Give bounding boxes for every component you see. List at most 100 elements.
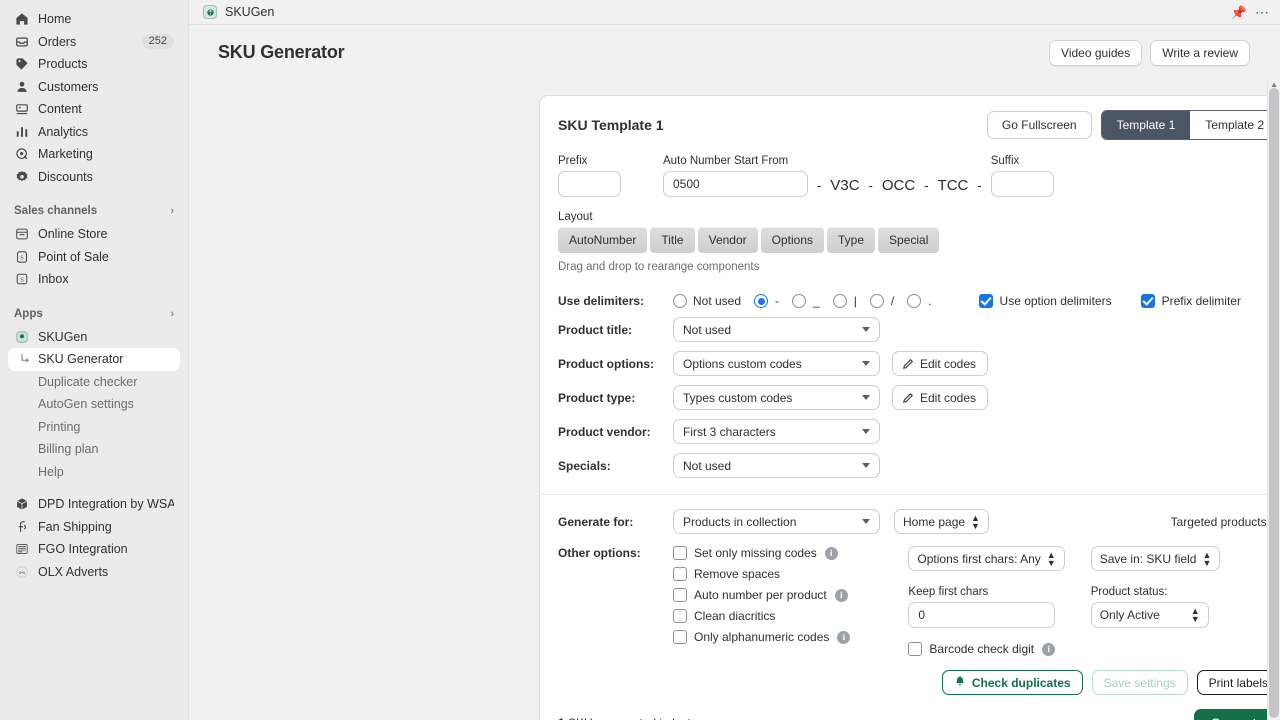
go-fullscreen-button[interactable]: Go Fullscreen	[987, 111, 1092, 139]
prefix-delimiter-checkbox[interactable]	[1141, 294, 1155, 308]
info-icon[interactable]: i	[1042, 643, 1055, 656]
sidebar-item-inbox[interactable]: S Inbox	[8, 268, 180, 291]
generate-for-select[interactable]: Products in collection	[673, 509, 880, 534]
option-clean-diacritics[interactable]: Clean diacritics	[673, 609, 850, 623]
auto-number-per-product-checkbox[interactable]	[673, 588, 687, 602]
set-only-missing-codes-checkbox[interactable]	[673, 546, 687, 560]
collection-select[interactable]: Home page ▲▼	[894, 509, 989, 534]
delimiter-radio-slash[interactable]	[870, 294, 884, 308]
save-settings-button[interactable]: Save settings	[1092, 670, 1188, 695]
sidebar-item-sku-generator[interactable]: SKU Generator	[8, 348, 180, 371]
info-icon[interactable]: i	[835, 589, 848, 602]
sidebar-section-apps[interactable]: Apps ›	[8, 304, 180, 324]
sidebar-item-content[interactable]: Content	[8, 98, 180, 121]
suffix-input[interactable]	[991, 171, 1054, 197]
product-title-select[interactable]: Not used	[673, 317, 880, 342]
tab-template-2[interactable]: Template 2	[1190, 111, 1279, 139]
sidebar-section-sales-channels[interactable]: Sales channels ›	[8, 201, 180, 221]
layout-chip-title[interactable]: Title	[650, 227, 694, 253]
sidebar-item-point-of-sale[interactable]: S Point of Sale	[8, 246, 180, 269]
info-icon[interactable]: i	[825, 547, 838, 560]
barcode-check-digit-checkbox[interactable]	[908, 642, 922, 656]
sidebar-item-home[interactable]: Home	[8, 8, 180, 31]
sidebar-item-discounts[interactable]: Discounts	[8, 166, 180, 189]
sidebar-item-online-store[interactable]: Online Store	[8, 223, 180, 246]
sidebar-item-dpd-integration[interactable]: DPD Integration by WSA	[8, 493, 180, 516]
specials-select[interactable]: Not used	[673, 453, 880, 478]
sidebar-item-label: Orders	[38, 35, 133, 49]
layout-chip-autonumber[interactable]: AutoNumber	[558, 227, 647, 253]
delimiter-label-not-used: Not used	[693, 294, 741, 308]
sidebar-item-label: Marketing	[38, 147, 174, 161]
products-icon	[14, 57, 29, 72]
check-duplicates-button[interactable]: Check duplicates	[942, 670, 1083, 695]
use-option-delimiters-checkbox[interactable]	[979, 294, 993, 308]
discounts-icon	[14, 169, 29, 184]
delimiter-radio-pipe[interactable]	[833, 294, 847, 308]
chevron-down-icon	[862, 361, 870, 366]
keep-first-chars-input[interactable]	[908, 602, 1055, 628]
product-options-select[interactable]: Options custom codes	[673, 351, 880, 376]
sidebar-item-orders[interactable]: Orders 252	[8, 31, 180, 54]
prefix-input[interactable]	[558, 171, 621, 197]
edit-type-codes-button[interactable]: Edit codes	[892, 385, 988, 410]
edit-option-codes-button[interactable]: Edit codes	[892, 351, 988, 376]
sku-separator-1: -	[808, 171, 830, 197]
option-remove-spaces[interactable]: Remove spaces	[673, 567, 850, 581]
sidebar-item-autogen-settings[interactable]: AutoGen settings	[8, 393, 180, 416]
layout-chip-type[interactable]: Type	[827, 227, 875, 253]
vertical-scrollbar[interactable]: ▲	[1267, 80, 1280, 720]
save-in-select[interactable]: Save in: SKU field ▲▼	[1091, 546, 1221, 571]
sidebar-item-fan-shipping[interactable]: Fan Shipping	[8, 516, 180, 539]
updown-icon: ▲▼	[1202, 551, 1211, 567]
clean-diacritics-checkbox[interactable]	[673, 609, 687, 623]
sidebar-item-analytics[interactable]: Analytics	[8, 121, 180, 144]
layout-chip-special[interactable]: Special	[878, 227, 939, 253]
sidebar-item-help[interactable]: Help	[8, 461, 180, 484]
tab-template-1[interactable]: Template 1	[1102, 111, 1191, 139]
product-type-select[interactable]: Types custom codes	[673, 385, 880, 410]
only-alphanumeric-codes-checkbox[interactable]	[673, 630, 687, 644]
remove-spaces-checkbox[interactable]	[673, 567, 687, 581]
sidebar-item-label: Content	[38, 102, 174, 116]
delimiter-radio-dash[interactable]	[754, 294, 768, 308]
scrollbar-thumb[interactable]	[1269, 88, 1279, 718]
sidebar-item-marketing[interactable]: Marketing	[8, 143, 180, 166]
product-vendor-row: Product vendor: First 3 characters	[558, 419, 1280, 444]
other-options-checkbox-list: Set only missing codes i Remove spaces A…	[673, 546, 850, 656]
card-header: SKU Template 1 Go Fullscreen Template 1 …	[558, 111, 1280, 139]
generate-section: Generate for: Products in collection Hom…	[540, 495, 1280, 720]
sidebar-item-label: Inbox	[38, 272, 174, 286]
delimiter-radio-not-used[interactable]	[673, 294, 687, 308]
sidebar-item-billing-plan[interactable]: Billing plan	[8, 438, 180, 461]
video-guides-button[interactable]: Video guides	[1049, 40, 1142, 66]
option-barcode-check-digit[interactable]: Barcode check digit i	[908, 642, 1064, 656]
pin-icon[interactable]: 📌	[1231, 6, 1247, 19]
chevron-down-icon	[862, 395, 870, 400]
sidebar-item-customers[interactable]: Customers	[8, 76, 180, 99]
delimiter-symbol-pipe: |	[854, 294, 857, 308]
sidebar-item-printing[interactable]: Printing	[8, 416, 180, 439]
sidebar-item-products[interactable]: Products	[8, 53, 180, 76]
option-only-alphanumeric-codes[interactable]: Only alphanumeric codes i	[673, 630, 850, 644]
option-set-only-missing-codes[interactable]: Set only missing codes i	[673, 546, 850, 560]
delimiter-radio-dot[interactable]	[907, 294, 921, 308]
sidebar-item-olx-adverts[interactable]: o•x OLX Adverts	[8, 561, 180, 584]
more-horizontal-icon[interactable]: ⋯	[1255, 5, 1270, 19]
sidebar-item-duplicate-checker[interactable]: Duplicate checker	[8, 371, 180, 394]
layout-chip-vendor[interactable]: Vendor	[698, 227, 758, 253]
info-icon[interactable]: i	[837, 631, 850, 644]
select-value: Options first chars: Any	[917, 552, 1040, 566]
options-first-chars-select[interactable]: Options first chars: Any ▲▼	[908, 546, 1064, 571]
write-review-button[interactable]: Write a review	[1150, 40, 1250, 66]
delimiter-radio-underscore[interactable]	[792, 294, 806, 308]
option-auto-number-per-product[interactable]: Auto number per product i	[673, 588, 850, 602]
autonumber-input[interactable]	[663, 171, 808, 197]
last-run-status: 1 SKUs generated in last run	[558, 716, 711, 720]
sidebar-item-skugen[interactable]: SKUGen	[8, 326, 180, 349]
product-status-select[interactable]: Only Active ▲▼	[1091, 602, 1209, 628]
layout-chip-options[interactable]: Options	[761, 227, 824, 253]
sidebar-item-fgo-integration[interactable]: FGO Integration	[8, 538, 180, 561]
home-icon	[14, 12, 29, 27]
product-vendor-select[interactable]: First 3 characters	[673, 419, 880, 444]
